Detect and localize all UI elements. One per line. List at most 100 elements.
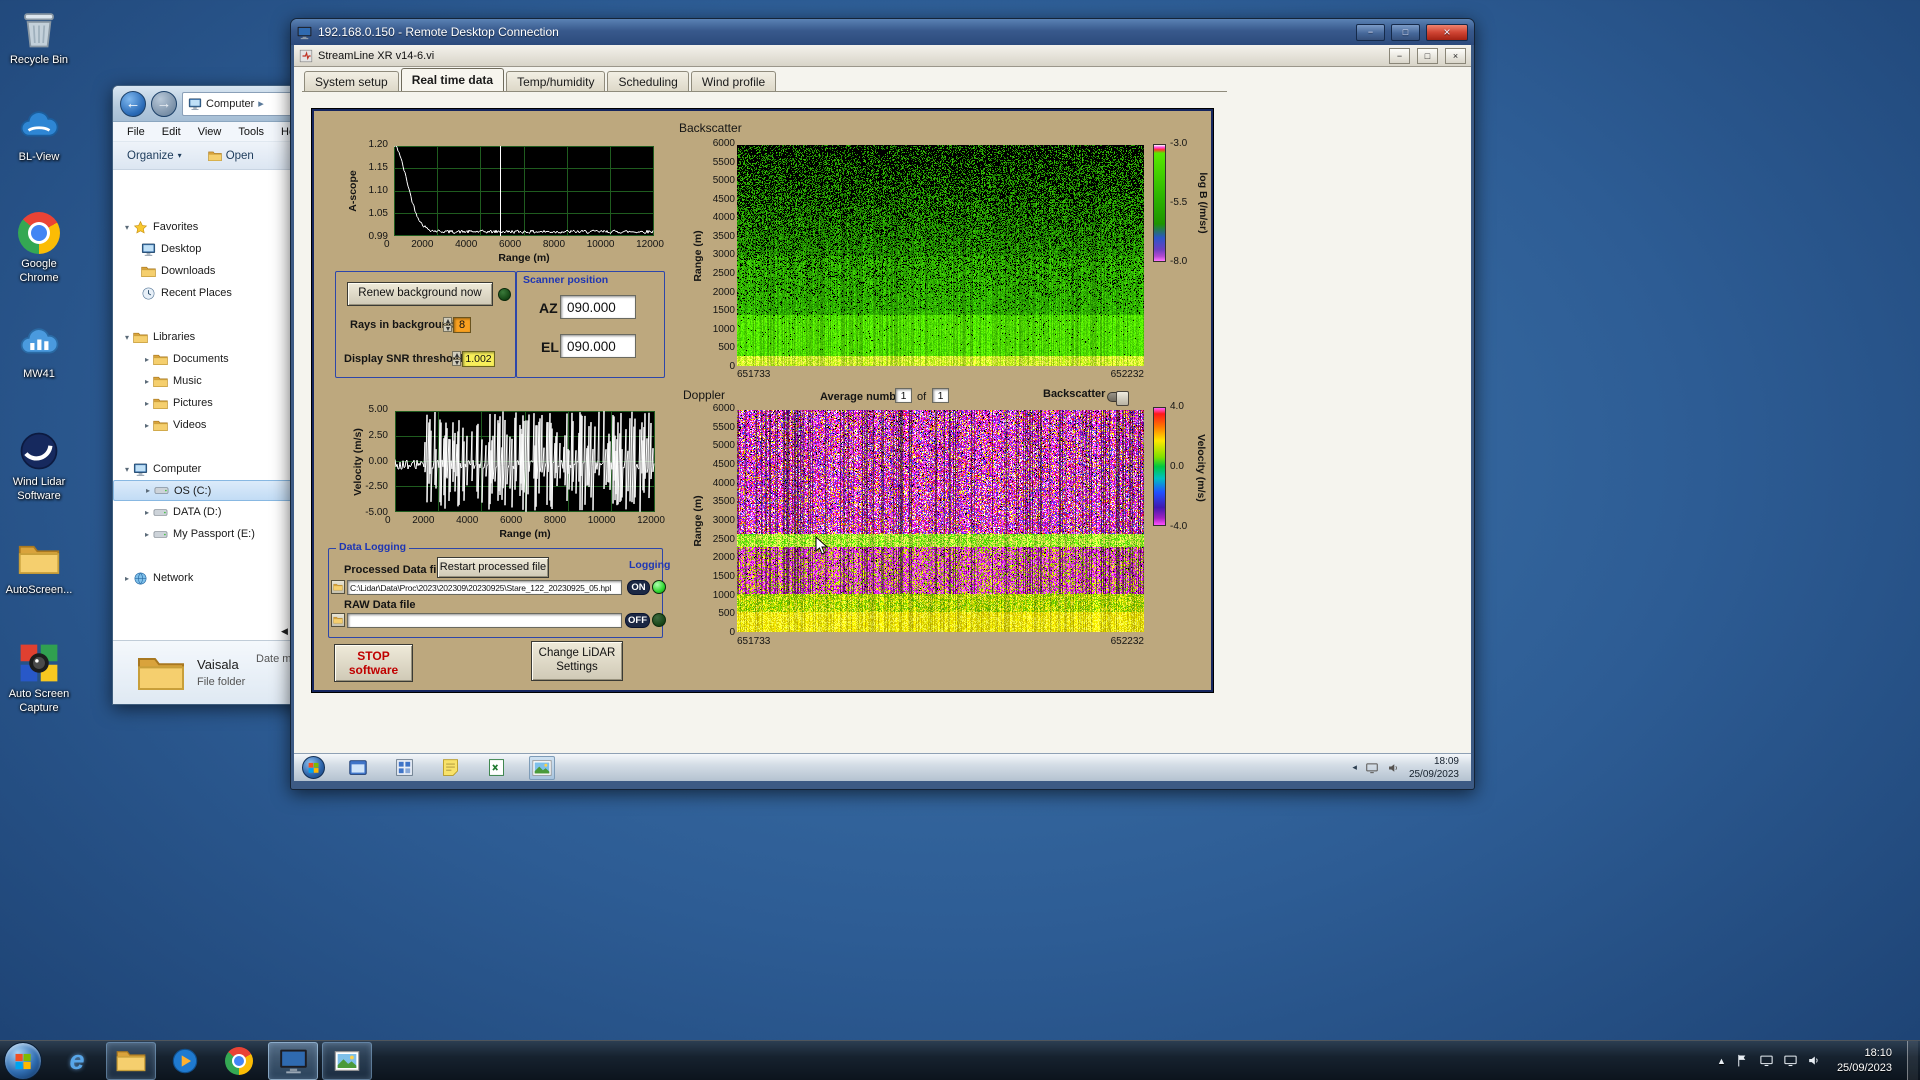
breadcrumb[interactable]: Computer — [206, 98, 254, 110]
expander-icon[interactable]: ▸ — [141, 377, 153, 386]
close-button[interactable]: × — [1426, 24, 1468, 41]
expander-icon[interactable]: ▾ — [121, 465, 133, 474]
menu-edit[interactable]: Edit — [162, 126, 181, 138]
tick-label: 1.15 — [369, 163, 388, 173]
back-button[interactable]: ← — [120, 91, 146, 117]
expander-icon[interactable]: ▸ — [141, 355, 153, 364]
expander-icon[interactable]: ▸ — [141, 530, 153, 539]
processed-path-field[interactable]: C:\Lidar\Data\Proc\2023\202309\20230925\… — [347, 580, 622, 595]
remote-taskbar-item-image-viewer[interactable] — [529, 756, 555, 780]
forward-icon: → — [157, 95, 172, 112]
taskbar-item-rdp[interactable] — [268, 1042, 318, 1080]
computer-icon — [133, 462, 148, 477]
window-icon — [347, 757, 369, 779]
desktop-icon-autoscreen-folder[interactable]: AutoScreen... — [2, 538, 76, 598]
remote-volume-icon[interactable] — [1387, 761, 1401, 775]
remote-taskbar-item-app[interactable] — [345, 756, 371, 780]
rays-in-background-field[interactable]: 8 — [453, 317, 471, 333]
remote-hidden-icons-arrow[interactable]: ◂ — [1352, 762, 1357, 773]
action-center-flag-icon[interactable] — [1735, 1053, 1750, 1068]
sidebar-item-label: Computer — [153, 463, 201, 475]
average-total-field[interactable]: 1 — [932, 388, 949, 403]
forward-button[interactable]: → — [151, 91, 177, 117]
show-hidden-icons-button[interactable]: ▲ — [1717, 1056, 1726, 1066]
desktop-icon-mw41[interactable]: MW41 — [2, 322, 76, 382]
average-number-field[interactable]: 1 — [895, 388, 912, 403]
show-desktop-button[interactable] — [1907, 1041, 1918, 1080]
desktop-icon-label: Recycle Bin — [10, 54, 68, 66]
remote-taskbar-item-grid[interactable] — [391, 756, 417, 780]
raw-path-browse-button[interactable] — [331, 613, 345, 627]
desktop-icon-bl-view[interactable]: BL-View — [2, 105, 76, 165]
taskbar-item-image-viewer[interactable] — [322, 1042, 372, 1080]
tab-scheduling[interactable]: Scheduling — [607, 71, 688, 91]
remote-taskbar-item-spreadsheet[interactable] — [483, 756, 509, 780]
desktop-icon-label: Auto Screen Capture — [9, 688, 70, 714]
taskbar-item-explorer[interactable] — [106, 1042, 156, 1080]
organize-button[interactable]: Organize ▾ — [127, 150, 182, 162]
tick-label: 4500 — [713, 460, 735, 470]
snr-threshold-field[interactable]: 1.002 — [462, 351, 495, 367]
restart-processed-file-button[interactable]: Restart processed file — [437, 557, 549, 578]
rays-spinner[interactable] — [443, 317, 452, 332]
menu-view[interactable]: View — [198, 126, 222, 138]
desktop-icon-chrome[interactable]: Google Chrome — [2, 212, 76, 286]
expander-icon[interactable]: ▾ — [121, 223, 133, 232]
raw-logging-toggle[interactable]: OFF — [625, 613, 650, 628]
raw-path-field[interactable] — [347, 613, 622, 628]
remote-start-button[interactable] — [302, 756, 325, 779]
change-lidar-settings-button[interactable]: Change LiDARSettings — [531, 641, 623, 681]
remote-clock[interactable]: 18:09 25/09/2023 — [1409, 755, 1463, 781]
taskbar-item-media-player[interactable] — [160, 1042, 210, 1080]
tab-wind-profile[interactable]: Wind profile — [691, 71, 776, 91]
music-icon — [153, 375, 168, 388]
el-field[interactable]: 090.000 — [560, 334, 636, 358]
restore-button[interactable]: □ — [1391, 24, 1420, 41]
chevron-right-icon[interactable]: ▸ — [258, 97, 264, 110]
expander-icon[interactable]: ▸ — [141, 399, 153, 408]
display-tray-icon[interactable] — [1759, 1053, 1774, 1068]
snr-spinner[interactable] — [452, 351, 461, 366]
sidebar-item-label: OS (C:) — [174, 485, 211, 497]
doppler-y-ticks: 6000550050004500400035003000250020001500… — [706, 404, 735, 638]
selected-item-date-label: Date m — [256, 653, 291, 665]
menu-file[interactable]: File — [127, 126, 145, 138]
ascope-y-ticks: 1.201.151.101.050.99 — [354, 140, 388, 242]
expander-icon[interactable]: ▸ — [141, 421, 153, 430]
tab-system-setup[interactable]: System setup — [304, 71, 399, 91]
app-close-button[interactable]: × — [1445, 48, 1466, 64]
volume-icon[interactable] — [1807, 1053, 1822, 1068]
remote-display-tray-icon[interactable] — [1365, 761, 1379, 775]
processed-path-browse-button[interactable] — [331, 580, 345, 594]
desktop-icon-auto-screen-capture[interactable]: Auto Screen Capture — [2, 642, 76, 716]
expander-icon[interactable]: ▸ — [141, 508, 153, 517]
minimize-button[interactable]: − — [1356, 24, 1385, 41]
start-button[interactable] — [4, 1042, 42, 1080]
taskbar-item-ie[interactable]: e — [52, 1042, 102, 1080]
desktop-icon-wind-lidar[interactable]: Wind Lidar Software — [2, 430, 76, 504]
expander-icon[interactable]: ▾ — [121, 333, 133, 342]
remote-taskbar-item-notes[interactable] — [437, 756, 463, 780]
expander-icon[interactable]: ▸ — [142, 486, 154, 495]
tab-real-time-data[interactable]: Real time data — [401, 68, 504, 91]
desktop-icon-recycle-bin[interactable]: Recycle Bin — [2, 8, 76, 68]
backscatter-display-toggle[interactable] — [1107, 392, 1129, 402]
processed-logging-toggle[interactable]: ON — [627, 580, 650, 595]
tick-label: 1500 — [713, 572, 735, 582]
taskbar-clock[interactable]: 18:10 25/09/2023 — [1831, 1046, 1898, 1076]
doppler-x-labels: 651733652232 — [737, 637, 1144, 647]
app-restore-button[interactable]: □ — [1417, 48, 1438, 64]
az-field[interactable]: 090.000 — [560, 295, 636, 319]
network-tray-icon[interactable] — [1783, 1053, 1798, 1068]
renew-background-button[interactable]: Renew background now — [347, 282, 493, 306]
stop-software-button[interactable]: STOPsoftware — [334, 644, 413, 682]
menu-tools[interactable]: Tools — [238, 126, 264, 138]
scroll-left-icon[interactable]: ◀ — [281, 626, 288, 637]
tick-label: 0.00 — [369, 457, 388, 467]
data-logging-title: Data Logging — [336, 541, 409, 553]
taskbar-item-chrome[interactable] — [214, 1042, 264, 1080]
tab-temp-humidity[interactable]: Temp/humidity — [506, 71, 605, 91]
app-minimize-button[interactable]: − — [1389, 48, 1410, 64]
expander-icon[interactable]: ▸ — [121, 574, 133, 583]
open-button[interactable]: Open — [208, 150, 254, 162]
